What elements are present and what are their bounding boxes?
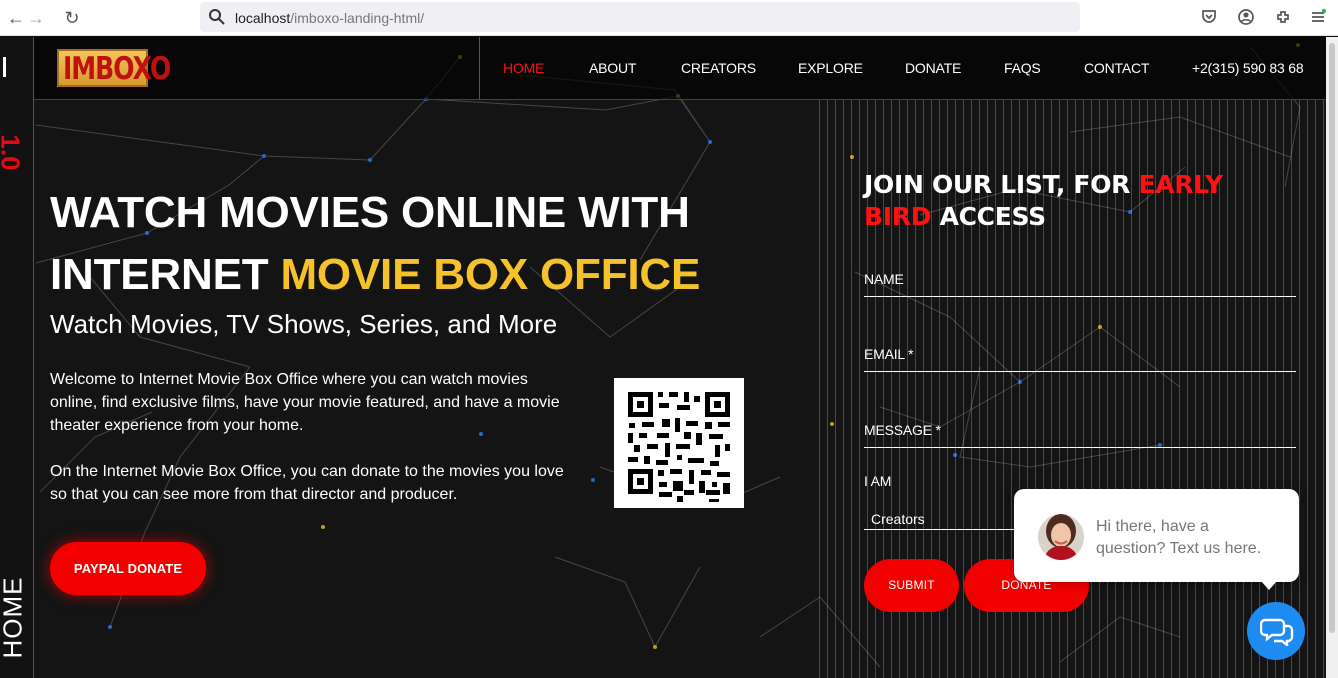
support-agent-avatar xyxy=(1038,514,1084,560)
reload-icon[interactable]: ↻ xyxy=(61,7,83,29)
name-field[interactable] xyxy=(864,296,1296,297)
role-select-line xyxy=(864,529,1014,530)
imboxo-logo[interactable]: IMBOXO xyxy=(57,49,171,87)
hero-title-line-2: INTERNET MOVIE BOX OFFICE xyxy=(50,250,700,300)
email-label: EMAIL * xyxy=(864,346,914,362)
scrollbar-thumb[interactable] xyxy=(1329,43,1335,633)
pocket-icon[interactable] xyxy=(1200,8,1218,26)
donation-paragraph: On the Internet Movie Box Office, you ca… xyxy=(50,463,564,503)
qr-code[interactable] xyxy=(614,378,744,508)
nav-about[interactable]: ABOUT xyxy=(589,60,636,76)
form-title-prefix: JOIN OUR LIST, FOR xyxy=(864,170,1139,199)
menu-icon[interactable] xyxy=(1309,8,1327,26)
landing-page: 1.0 HOME IMBOXO HOME ABOUT CREATORS EXPL… xyxy=(0,37,1326,678)
hero-title-line-1: WATCH MOVIES ONLINE WITH xyxy=(50,188,690,237)
intro-paragraph: Welcome to Internet Movie Box Office whe… xyxy=(50,371,560,434)
account-icon[interactable] xyxy=(1237,8,1255,26)
extensions-icon[interactable] xyxy=(1274,8,1292,26)
hero-title-highlight: MOVIE BOX OFFICE xyxy=(280,250,701,299)
back-icon[interactable]: ← xyxy=(5,7,27,29)
hero-subtitle: Watch Movies, TV Shows, Series, and More xyxy=(50,309,558,339)
page-scrollbar[interactable] xyxy=(1326,37,1338,678)
chat-bubbles-icon xyxy=(1260,618,1294,646)
browser-toolbar: ← → ↻ localhost/imboxo-landing-html/ xyxy=(0,0,1338,36)
version-label: 1.0 xyxy=(0,134,26,171)
address-bar[interactable]: localhost/imboxo-landing-html/ xyxy=(200,2,1080,32)
paypal-donate-button[interactable]: PAYPAL DONATE xyxy=(50,542,206,595)
message-label: MESSAGE * xyxy=(864,422,941,438)
role-select[interactable]: Creators xyxy=(871,511,925,527)
form-title-suffix: ACCESS xyxy=(931,202,1047,231)
nav-contact[interactable]: CONTACT xyxy=(1084,60,1149,76)
hero-title-prefix: INTERNET xyxy=(50,250,281,299)
rail-indicator xyxy=(3,57,6,77)
chat-popup[interactable]: Hi there, have a question? Text us here. xyxy=(1014,489,1299,590)
chat-message: Hi there, have a question? Text us here. xyxy=(1096,518,1262,557)
forward-icon[interactable]: → xyxy=(25,7,47,29)
form-title: JOIN OUR LIST, FOR EARLY BIRD ACCESS xyxy=(864,169,1284,233)
submit-button[interactable]: SUBMIT xyxy=(864,559,959,612)
nav-home[interactable]: HOME xyxy=(503,60,544,76)
side-rail: 1.0 HOME xyxy=(0,37,34,678)
nav-divider xyxy=(479,37,480,99)
nav-explore[interactable]: EXPLORE xyxy=(798,60,863,76)
search-icon xyxy=(209,9,225,25)
url-path: /imboxo-landing-html/ xyxy=(290,10,425,26)
url-text: localhost/imboxo-landing-html/ xyxy=(235,10,424,26)
message-field[interactable] xyxy=(864,447,1296,448)
chat-launcher-button[interactable] xyxy=(1247,602,1305,660)
email-field[interactable] xyxy=(864,371,1296,372)
url-host: localhost xyxy=(235,10,291,26)
nav-faqs[interactable]: FAQS xyxy=(1004,60,1041,76)
site-header: IMBOXO HOME ABOUT CREATORS EXPLORE DONAT… xyxy=(34,37,1326,100)
name-label: NAME xyxy=(864,271,904,287)
phone-number[interactable]: +2(315) 590 83 68 xyxy=(1192,60,1304,76)
logo-text: IMBOXO xyxy=(63,50,171,87)
i-am-label: I AM xyxy=(864,473,892,489)
nav-creators[interactable]: CREATORS xyxy=(681,60,756,76)
rail-section-label: HOME xyxy=(0,576,28,659)
nav-donate[interactable]: DONATE xyxy=(905,60,961,76)
